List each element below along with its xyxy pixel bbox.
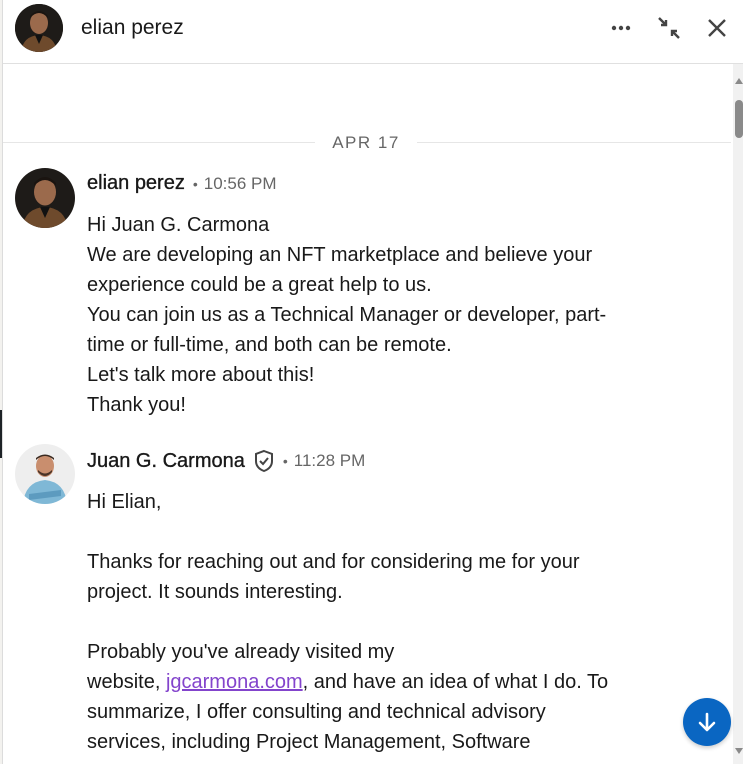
message-body: Hi Juan G. Carmona We are developing an … <box>87 210 647 420</box>
message-line: experience could be a great help to us. <box>87 274 432 296</box>
date-label: APR 17 <box>332 133 400 152</box>
sender-name[interactable]: Juan G. Carmona <box>87 449 245 473</box>
arrow-down-icon <box>698 712 716 732</box>
more-horizontal-icon <box>611 25 631 31</box>
close-chat-button[interactable] <box>701 12 733 44</box>
message-line: project. It sounds interesting. <box>87 581 343 603</box>
contact-name[interactable]: elian perez <box>81 16 184 40</box>
message-item: elian perez • 10:56 PM Hi Juan G. Carmon… <box>3 168 731 428</box>
message-line <box>87 607 647 637</box>
website-link[interactable]: jgcarmona.com <box>166 671 303 693</box>
separator-dot: • <box>192 175 198 192</box>
verified-shield-icon <box>254 449 273 473</box>
scroll-down-arrow[interactable] <box>735 748 743 754</box>
message-line: Thank you! <box>87 394 186 416</box>
sender-name[interactable]: elian perez <box>87 172 185 195</box>
message-line: Thanks for reaching out and for consider… <box>87 551 580 573</box>
divider-line-right <box>417 142 731 143</box>
sender-avatar[interactable] <box>15 444 75 504</box>
chat-window: elian perez APR 17 elian perez • 10:56 P… <box>2 0 743 764</box>
collapse-icon <box>658 17 680 39</box>
date-divider: APR 17 <box>3 130 731 156</box>
message-line: Probably you've already visited my <box>87 641 395 663</box>
message-line <box>87 517 647 547</box>
message-header: elian perez • 10:56 PM <box>87 172 277 195</box>
separator-dot: • <box>282 453 288 469</box>
message-time: 11:28 PM <box>293 451 366 470</box>
scrollbar-track[interactable] <box>733 64 743 764</box>
message-header: Juan G. Carmona • 11:28 PM <box>87 449 365 473</box>
collapse-chat-button[interactable] <box>653 12 685 44</box>
link-line-before: website, <box>87 671 166 693</box>
jump-to-latest-button[interactable] <box>683 698 731 746</box>
scrollbar-thumb[interactable] <box>735 100 743 138</box>
message-line: summarize, I offer consulting and techni… <box>87 701 546 723</box>
message-line: Hi Elian, <box>87 491 162 513</box>
verified-badge[interactable] <box>253 449 275 473</box>
sender-avatar[interactable] <box>15 168 75 228</box>
message-line: You can join us as a Technical Manager o… <box>87 304 607 326</box>
chat-header: elian perez <box>3 0 743 64</box>
message-item: Juan G. Carmona • 11:28 PM Hi Elian, Tha… <box>3 444 731 764</box>
divider-line-left <box>3 142 315 143</box>
message-line: Let's talk more about this! <box>87 364 315 386</box>
message-line: services, including Project Management, … <box>87 731 531 753</box>
message-body: Hi Elian, Thanks for reaching out and fo… <box>87 487 647 757</box>
scroll-up-arrow[interactable] <box>735 78 743 84</box>
contact-avatar[interactable] <box>15 4 63 52</box>
message-time: 10:56 PM <box>203 173 277 193</box>
close-icon <box>708 19 726 37</box>
message-line: Hi Juan G. Carmona <box>87 214 270 236</box>
link-line-after: , and have an idea of what I do. To <box>302 671 609 693</box>
message-line-with-link: website, jgcarmona.com, and have an idea… <box>87 667 647 697</box>
message-line: We are developing an NFT marketplace and… <box>87 244 593 266</box>
more-options-button[interactable] <box>605 12 637 44</box>
message-line: time or full-time, and both can be remot… <box>87 334 452 356</box>
